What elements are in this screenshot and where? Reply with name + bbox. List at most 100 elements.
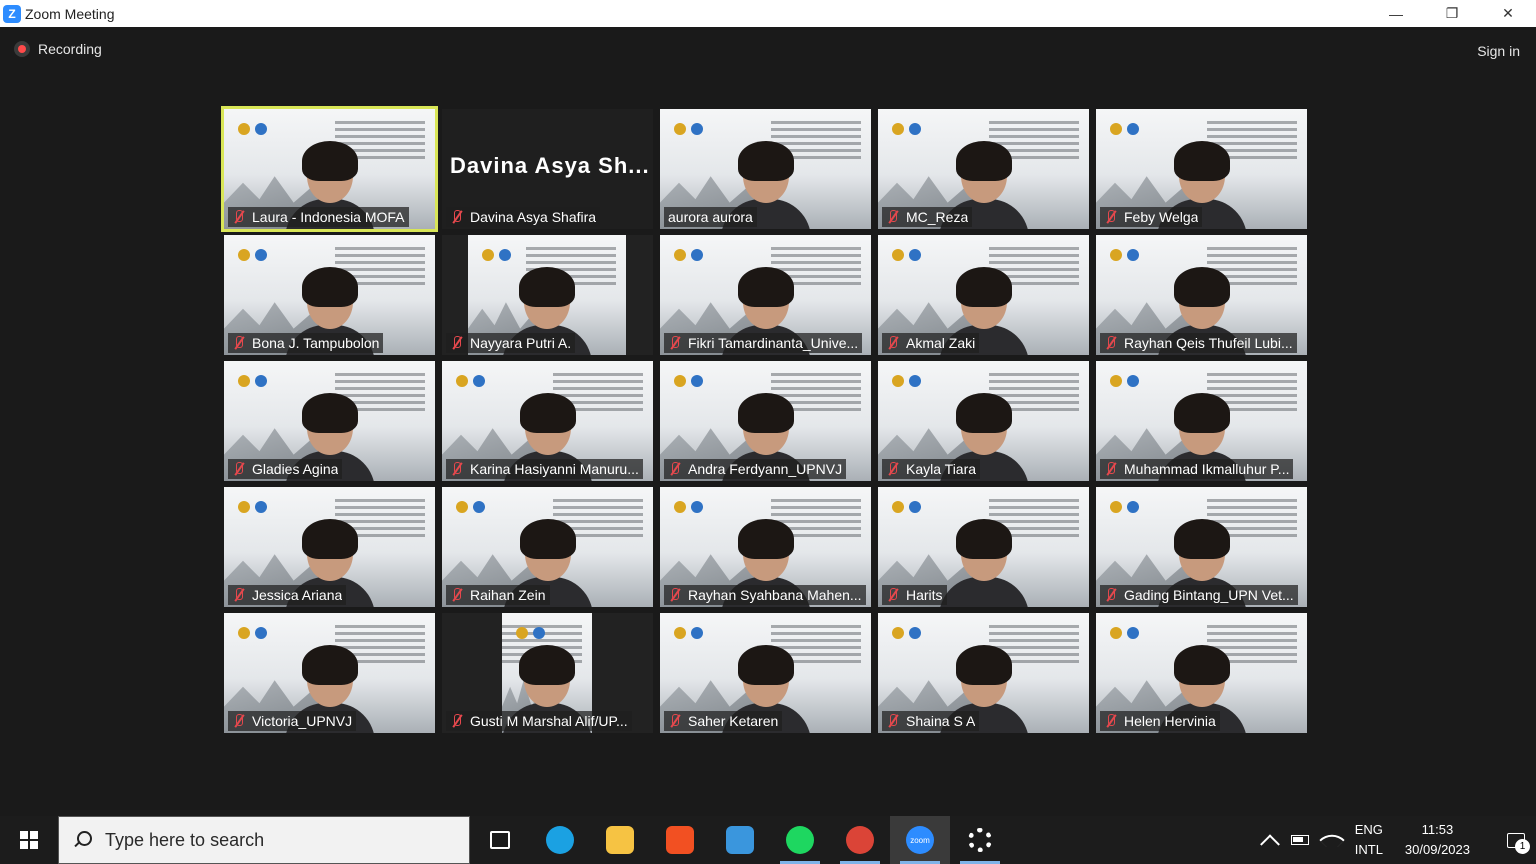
taskbar-app-chrome[interactable]	[830, 816, 890, 864]
participant-tile[interactable]: Muhammad Ikmalluhur P...	[1096, 361, 1307, 481]
search-input[interactable]	[105, 829, 435, 851]
taskbar-app-settings[interactable]	[950, 816, 1010, 864]
participant-name: Muhammad Ikmalluhur P...	[1124, 461, 1290, 477]
start-button[interactable]	[0, 816, 58, 864]
taskbar-search[interactable]	[58, 816, 470, 864]
notification-center-button[interactable]: 1	[1496, 816, 1536, 864]
participant-tile[interactable]: Gladies Agina	[224, 361, 435, 481]
participant-tile[interactable]: Victoria_UPNVJ	[224, 613, 435, 733]
participant-name: Rayhan Qeis Thufeil Lubi...	[1124, 335, 1293, 351]
participant-name: Shaina S A	[906, 713, 976, 729]
participant-name-label: Andra Ferdyann_UPNVJ	[664, 459, 847, 479]
muted-mic-icon	[231, 209, 247, 225]
muted-mic-icon	[449, 713, 465, 729]
participant-tile[interactable]: Kayla Tiara	[878, 361, 1089, 481]
muted-mic-icon	[449, 587, 465, 603]
muted-mic-icon	[667, 461, 683, 477]
taskbar-app-edge[interactable]	[530, 816, 590, 864]
event-logo-icon	[892, 249, 921, 261]
participant-name: Karina Hasiyanni Manuru...	[470, 461, 639, 477]
participant-name: Gading Bintang_UPN Vet...	[1124, 587, 1294, 603]
participant-tile[interactable]: Gading Bintang_UPN Vet...	[1096, 487, 1307, 607]
taskbar-app-file-explorer[interactable]	[590, 816, 650, 864]
participant-name-label: Karina Hasiyanni Manuru...	[446, 459, 643, 479]
show-hidden-icons-icon[interactable]	[1259, 834, 1280, 855]
participant-tile[interactable]: aurora aurora	[660, 109, 871, 229]
muted-mic-icon	[231, 461, 247, 477]
participant-tile[interactable]: Rayhan Qeis Thufeil Lubi...	[1096, 235, 1307, 355]
participant-tile[interactable]: Shaina S A	[878, 613, 1089, 733]
participant-name-label: Nayyara Putri A.	[446, 333, 576, 353]
battery-icon[interactable]	[1290, 835, 1309, 845]
participant-tile[interactable]: Feby Welga	[1096, 109, 1307, 229]
participant-name: aurora aurora	[668, 209, 753, 225]
sign-in-button[interactable]: Sign in	[1477, 43, 1520, 59]
participant-tile[interactable]: Bona J. Tampubolon	[224, 235, 435, 355]
participant-avatar	[938, 517, 1029, 607]
participant-tile[interactable]: Gusti M Marshal Alif/UP...	[442, 613, 653, 733]
event-logo-icon	[674, 627, 703, 639]
taskbar-app-spotify[interactable]	[770, 816, 830, 864]
participant-tile[interactable]: Andra Ferdyann_UPNVJ	[660, 361, 871, 481]
taskbar-app-store[interactable]	[650, 816, 710, 864]
muted-mic-icon	[667, 587, 683, 603]
muted-mic-icon	[231, 587, 247, 603]
participant-name-label: Muhammad Ikmalluhur P...	[1100, 459, 1294, 479]
muted-mic-icon	[885, 713, 901, 729]
participant-name-label: MC_Reza	[882, 207, 973, 227]
participant-name: Gusti M Marshal Alif/UP...	[470, 713, 628, 729]
taskbar-app-task-view[interactable]	[470, 816, 530, 864]
participant-tile[interactable]: Saher Ketaren	[660, 613, 871, 733]
zoom-logo-icon: Z	[3, 4, 21, 23]
event-logo-icon	[238, 249, 267, 261]
muted-mic-icon	[1103, 335, 1119, 351]
gear-icon	[968, 828, 992, 852]
participant-name-label: Davina Asya Shafira	[446, 207, 601, 227]
participant-tile[interactable]: Karina Hasiyanni Manuru...	[442, 361, 653, 481]
participant-tile[interactable]: Akmal Zaki	[878, 235, 1089, 355]
gallery-grid: Laura - Indonesia MOFA Davina Asya Sh... D…	[221, 106, 1312, 733]
muted-mic-icon	[667, 335, 683, 351]
participant-tile[interactable]: Laura - Indonesia MOFA	[221, 106, 438, 232]
participant-name: Andra Ferdyann_UPNVJ	[688, 461, 843, 477]
participant-tile[interactable]: Helen Hervinia	[1096, 613, 1307, 733]
participant-tile[interactable]: MC_Reza	[878, 109, 1089, 229]
participant-tile[interactable]: Rayhan Syahbana Mahen...	[660, 487, 871, 607]
event-logo-icon	[238, 627, 267, 639]
taskbar: zoom ENG INTL 11:53 30/09/2023 1	[0, 816, 1536, 864]
participant-tile[interactable]: Davina Asya Sh... Davina Asya Shafira	[442, 109, 653, 229]
minimize-button[interactable]: —	[1368, 0, 1424, 27]
participant-display-name: Davina Asya Sh...	[450, 153, 650, 178]
participant-name-label: Akmal Zaki	[882, 333, 980, 353]
recording-indicator[interactable]: Recording	[14, 41, 102, 57]
muted-mic-icon	[1103, 461, 1119, 477]
event-logo-icon	[1110, 501, 1139, 513]
participant-name: Akmal Zaki	[906, 335, 976, 351]
participant-name-label: Rayhan Syahbana Mahen...	[664, 585, 866, 605]
event-logo-icon	[892, 501, 921, 513]
event-logo-icon	[674, 249, 703, 261]
participant-tile[interactable]: Raihan Zein	[442, 487, 653, 607]
recording-icon	[14, 41, 30, 57]
taskbar-app-mail[interactable]	[710, 816, 770, 864]
muted-mic-icon	[885, 587, 901, 603]
window-title: Zoom Meeting	[25, 5, 115, 22]
participant-name: Rayhan Syahbana Mahen...	[688, 587, 862, 603]
participant-name-label: Kayla Tiara	[882, 459, 981, 479]
participant-name-label: Fikri Tamardinanta_Unive...	[664, 333, 863, 353]
participant-tile[interactable]: Harits	[878, 487, 1089, 607]
taskbar-app-zoom[interactable]: zoom	[890, 816, 950, 864]
restore-button[interactable]: ❐	[1424, 0, 1480, 27]
input-language[interactable]: ENG INTL	[1355, 820, 1383, 860]
close-button[interactable]: ✕	[1480, 0, 1536, 27]
zoom-icon: zoom	[906, 826, 934, 854]
participant-name-label: Victoria_UPNVJ	[228, 711, 357, 731]
wifi-icon[interactable]	[1319, 827, 1345, 853]
event-logo-icon	[892, 627, 921, 639]
participant-name-label: Saher Ketaren	[664, 711, 783, 731]
participant-tile[interactable]: Jessica Ariana	[224, 487, 435, 607]
clock[interactable]: 11:53 30/09/2023	[1405, 820, 1470, 860]
participant-tile[interactable]: Nayyara Putri A.	[442, 235, 653, 355]
participant-tile[interactable]: Fikri Tamardinanta_Unive...	[660, 235, 871, 355]
participant-name: Raihan Zein	[470, 587, 546, 603]
